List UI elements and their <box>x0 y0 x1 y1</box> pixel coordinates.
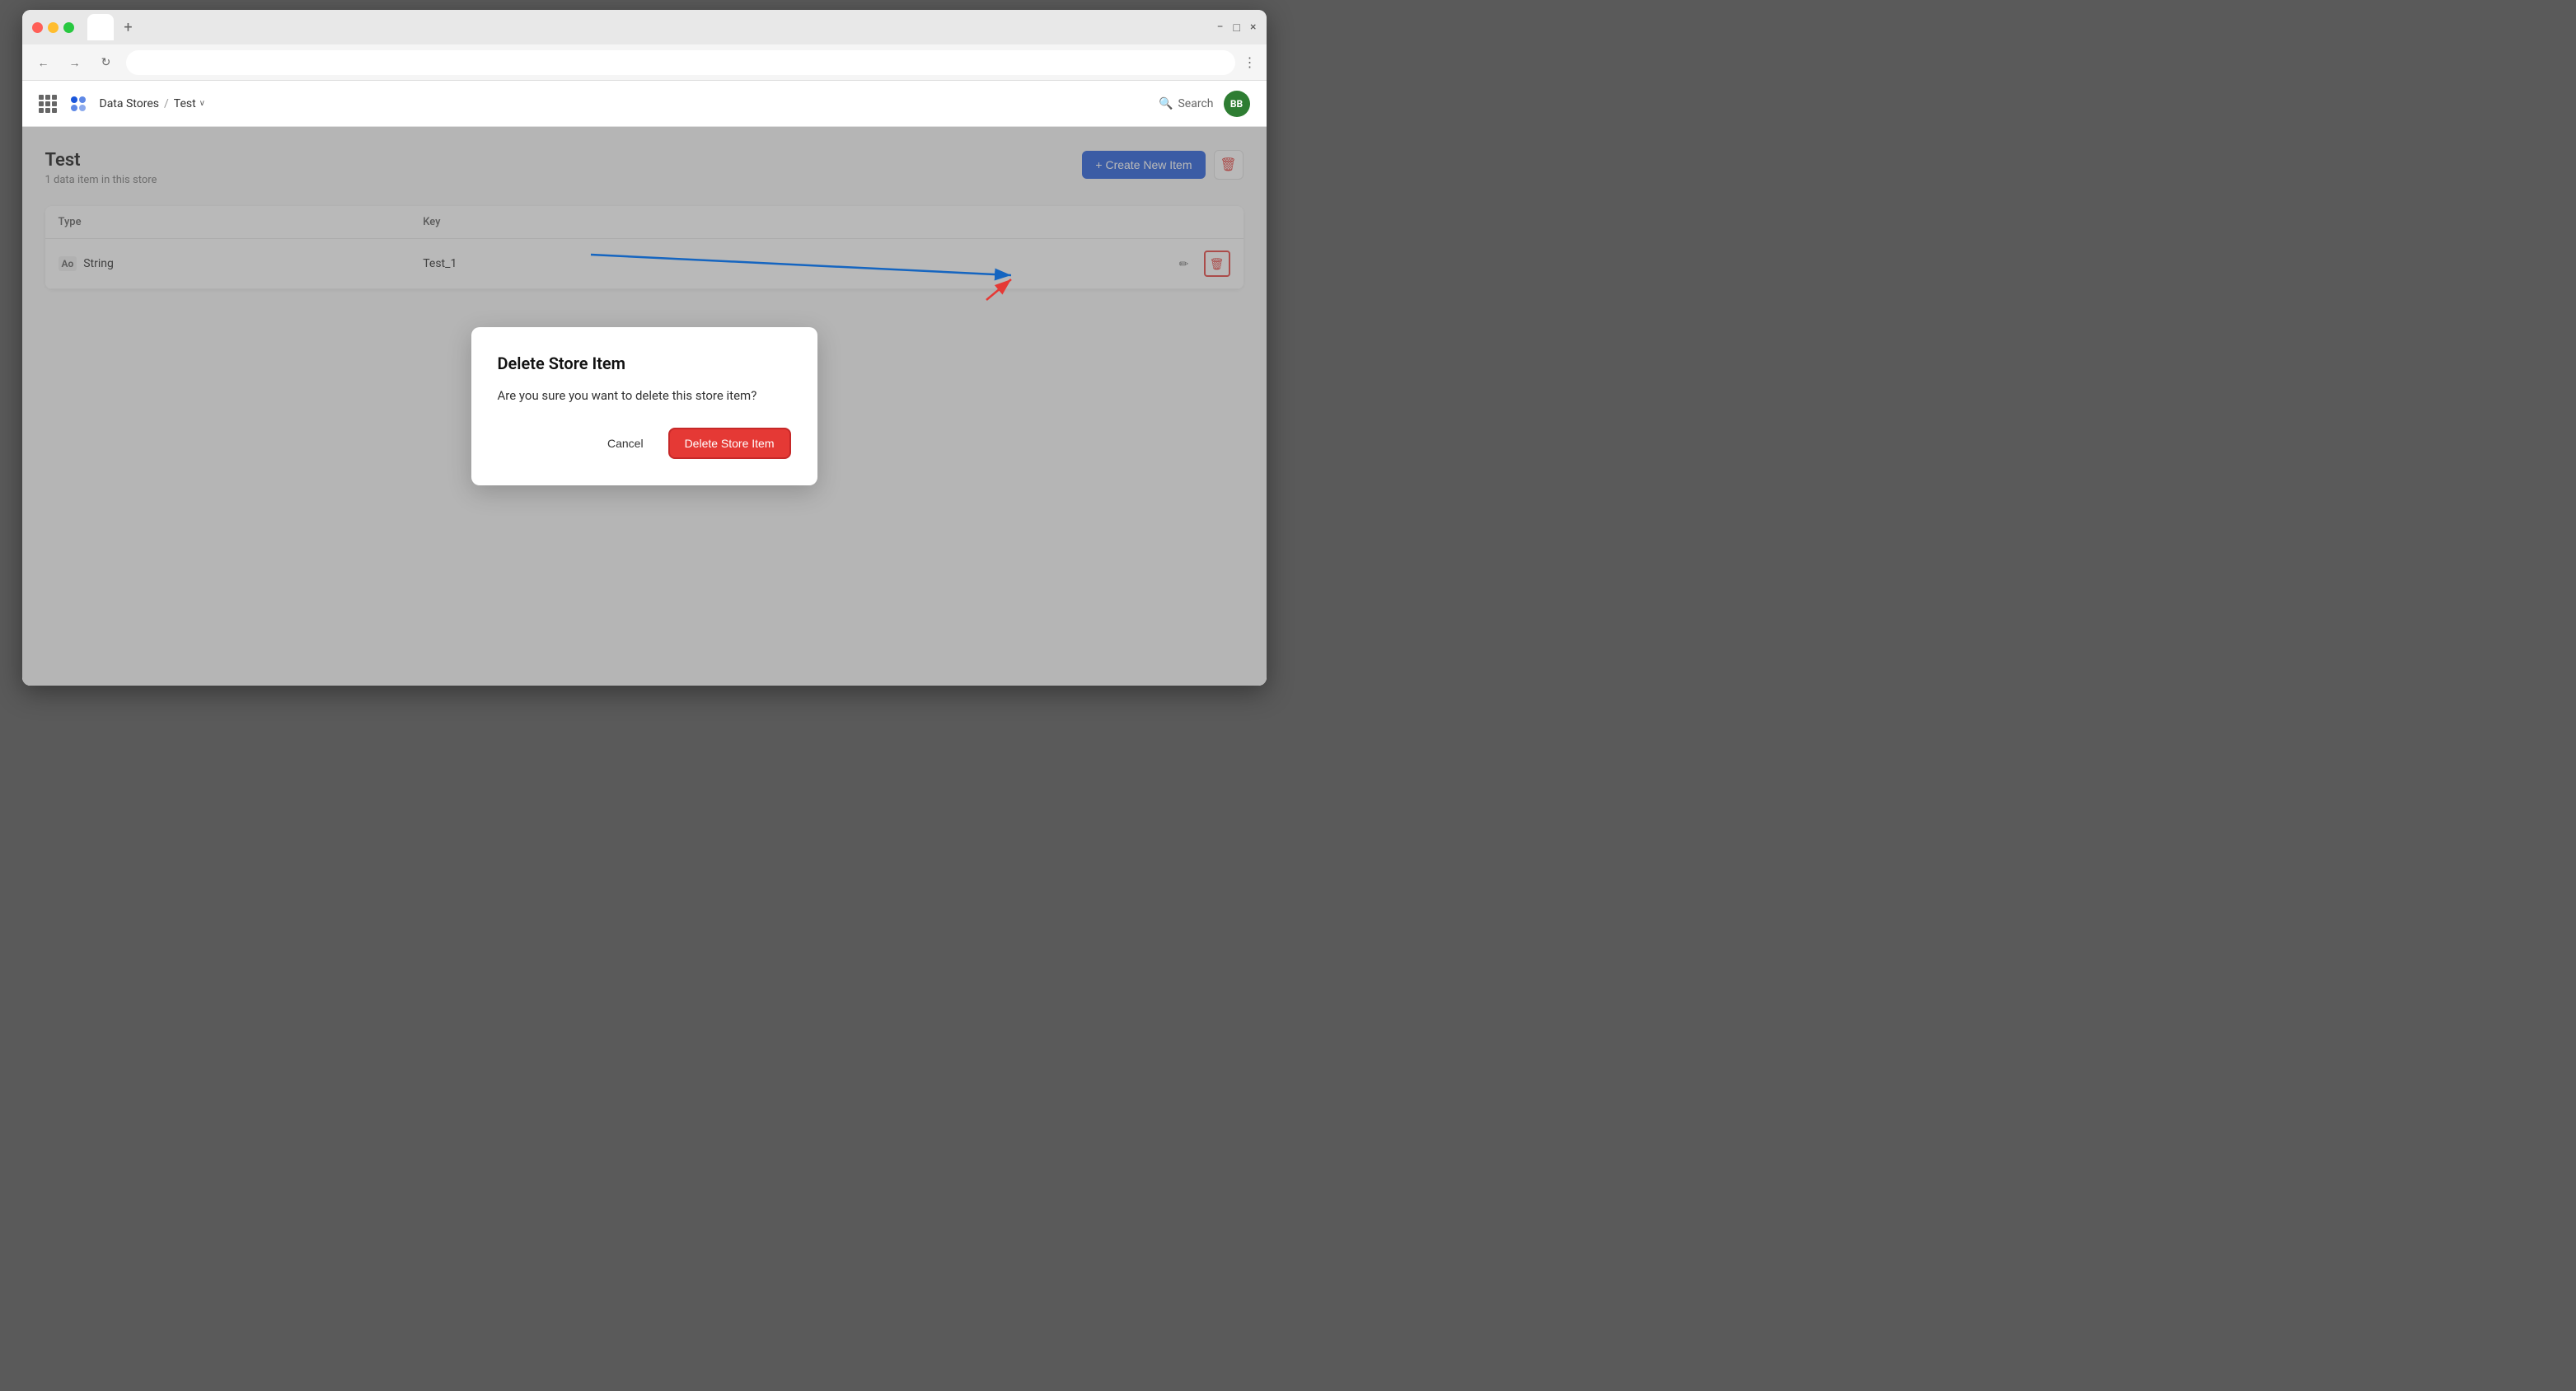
maximize-button[interactable] <box>63 22 74 33</box>
search-label: Search <box>1178 97 1213 110</box>
modal-dialog: Delete Store Item Are you sure you want … <box>471 327 817 486</box>
titlebar-right: − □ × <box>1217 21 1257 35</box>
cancel-button[interactable]: Cancel <box>592 428 658 459</box>
chevron-down-icon: ∨ <box>199 99 205 108</box>
grid-dot <box>39 101 44 106</box>
search-icon: 🔍 <box>1159 97 1173 110</box>
browser-menu-button[interactable]: ⋮ <box>1244 54 1257 70</box>
breadcrumb: Data Stores / Test ∨ <box>100 97 206 110</box>
app-logo <box>67 92 90 115</box>
modal-message: Are you sure you want to delete this sto… <box>498 386 791 405</box>
forward-button[interactable]: → <box>63 51 87 74</box>
grid-dot <box>52 95 57 100</box>
browser-tab[interactable] <box>87 14 114 40</box>
browser-addressbar: ← → ↻ ⋮ <box>22 44 1267 81</box>
close-button[interactable] <box>32 22 43 33</box>
tab-bar: + <box>87 14 1211 40</box>
back-button[interactable]: ← <box>32 51 55 74</box>
grid-dot <box>39 95 44 100</box>
search-area[interactable]: 🔍 Search <box>1159 97 1213 110</box>
app-content: Data Stores / Test ∨ 🔍 Search BB Test 1 … <box>22 81 1267 686</box>
grid-dot <box>52 108 57 113</box>
grid-dot <box>52 101 57 106</box>
page-body: Test 1 data item in this store + Create … <box>22 127 1267 686</box>
grid-dot <box>45 101 50 106</box>
window-controls <box>32 22 74 33</box>
minimize-icon[interactable]: − <box>1217 21 1224 35</box>
breadcrumb-current[interactable]: Test ∨ <box>174 97 205 110</box>
modal-title: Delete Store Item <box>498 354 791 373</box>
grid-dot <box>45 108 50 113</box>
browser-window: + − □ × ← → ↻ ⋮ <box>22 10 1267 686</box>
reload-button[interactable]: ↻ <box>95 51 118 74</box>
breadcrumb-data-stores[interactable]: Data Stores <box>100 97 159 110</box>
avatar[interactable]: BB <box>1224 91 1250 117</box>
new-tab-button[interactable]: + <box>117 16 140 39</box>
breadcrumb-separator: / <box>164 97 169 110</box>
grid-dot <box>45 95 50 100</box>
minimize-button[interactable] <box>48 22 59 33</box>
grid-menu-icon[interactable] <box>39 95 57 113</box>
app-header: Data Stores / Test ∨ 🔍 Search BB <box>22 81 1267 127</box>
address-bar[interactable] <box>126 50 1235 75</box>
close-icon[interactable]: × <box>1250 21 1256 35</box>
modal-actions: Cancel Delete Store Item <box>498 428 791 459</box>
breadcrumb-current-label: Test <box>174 97 196 110</box>
grid-dot <box>39 108 44 113</box>
browser-titlebar: + − □ × <box>22 10 1267 44</box>
maximize-icon[interactable]: □ <box>1234 21 1240 35</box>
confirm-delete-button[interactable]: Delete Store Item <box>668 428 791 459</box>
modal-overlay[interactable]: Delete Store Item Are you sure you want … <box>22 127 1267 686</box>
